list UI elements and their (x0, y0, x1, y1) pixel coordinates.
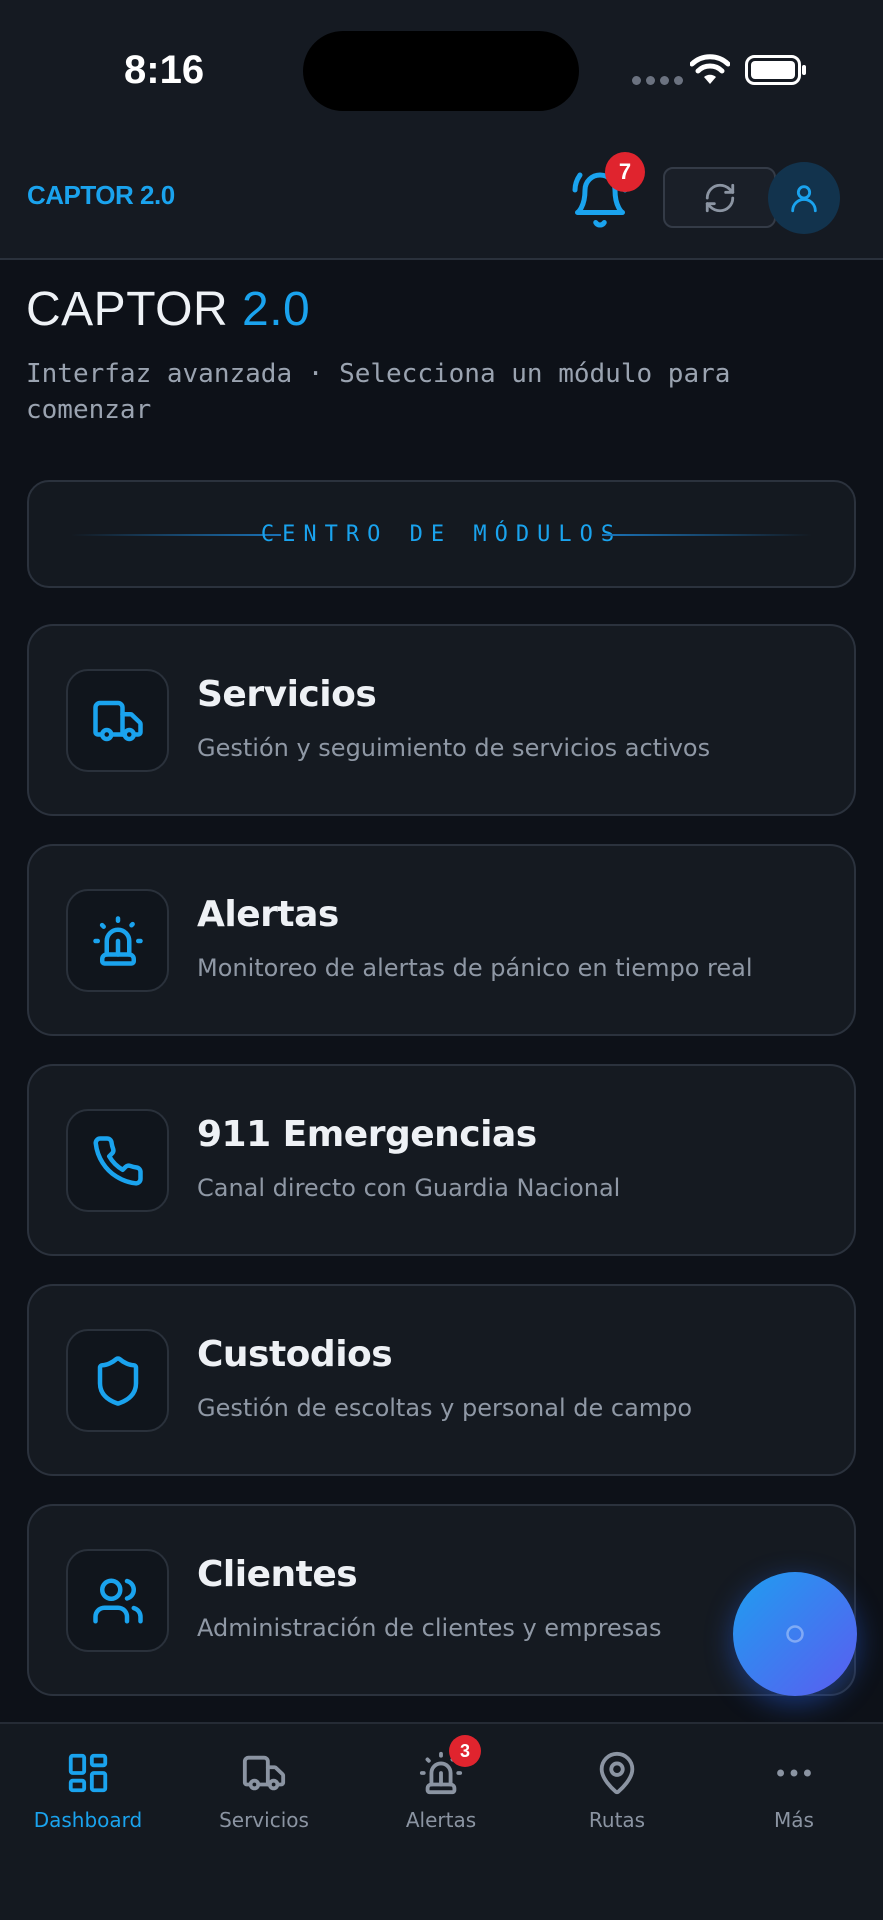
nav-item-alertas[interactable]: Alertas (361, 1748, 521, 1832)
shield-icon (97, 1355, 138, 1406)
module-title: Clientes (197, 1554, 358, 1595)
page-title: CAPTOR 2.0 (26, 282, 310, 337)
profile-button[interactable] (768, 162, 840, 234)
bottom-navigation: Dashboard Servicios Alertas Rutas Más (0, 1722, 883, 1920)
floating-action-button[interactable] (733, 1572, 857, 1696)
brand-logo[interactable]: CAPTOR 2.0 (27, 180, 175, 211)
nav-label: Rutas (588, 1808, 646, 1832)
status-bar: 8:16 (0, 0, 883, 140)
module-title: Alertas (197, 894, 339, 935)
refresh-button[interactable] (663, 167, 776, 228)
refresh-icon (705, 183, 734, 212)
notification-badge: 7 (605, 152, 645, 192)
module-card-servicios[interactable]: Servicios Gestión y seguimiento de servi… (27, 624, 856, 816)
module-description: Gestión de escoltas y personal de campo (197, 1394, 693, 1422)
nav-item-dashboard[interactable]: Dashboard (8, 1748, 168, 1832)
map-pin-icon (599, 1752, 635, 1795)
siren-icon (92, 915, 143, 966)
module-card-alertas[interactable]: Alertas Monitoreo de alertas de pánico e… (27, 844, 856, 1036)
page-title-main: CAPTOR (26, 283, 229, 336)
page-subtitle: Interfaz avanzada · Selecciona un módulo… (26, 359, 731, 425)
module-icon-box (66, 669, 169, 772)
module-description: Gestión y seguimiento de servicios activ… (197, 734, 711, 762)
module-center-banner: CENTRO DE MÓDULOS (27, 480, 856, 588)
nav-item-servicios[interactable]: Servicios (184, 1748, 344, 1832)
phone-icon (93, 1135, 143, 1186)
page-title-version: 2.0 (242, 283, 311, 336)
nav-label: Más (774, 1808, 814, 1832)
module-icon-box (66, 889, 169, 992)
divider-line (602, 534, 812, 536)
module-card-911[interactable]: 911 Emergencias Canal directo con Guardi… (27, 1064, 856, 1256)
module-icon-box (66, 1549, 169, 1652)
module-description: Administración de clientes y empresas (197, 1614, 662, 1642)
nav-label: Dashboard (33, 1808, 143, 1832)
nav-label: Servicios (219, 1808, 309, 1832)
battery-icon (745, 55, 806, 85)
clock: 8:16 (124, 48, 205, 92)
module-card-clientes[interactable]: Clientes Administración de clientes y em… (27, 1504, 856, 1696)
nav-label: Alertas (405, 1808, 477, 1832)
signal-icon (632, 76, 683, 85)
nav-item-mas[interactable]: Más (714, 1748, 874, 1832)
app-header: CAPTOR 2.0 (0, 140, 883, 260)
dynamic-island (303, 31, 579, 111)
module-title: 911 Emergencias (197, 1114, 537, 1155)
sparkle-icon (786, 1625, 804, 1643)
more-icon (777, 1769, 811, 1777)
alerts-badge: 3 (449, 1735, 481, 1767)
module-title: Custodios (197, 1334, 393, 1375)
nav-item-rutas[interactable]: Rutas (537, 1748, 697, 1832)
truck-icon (242, 1755, 286, 1791)
dashboard-icon (68, 1753, 108, 1793)
wifi-icon (690, 54, 730, 84)
users-icon (92, 1578, 143, 1623)
truck-icon (92, 700, 143, 741)
module-description: Monitoreo de alertas de pánico en tiempo… (197, 954, 753, 982)
module-card-custodios[interactable]: Custodios Gestión de escoltas y personal… (27, 1284, 856, 1476)
module-icon-box (66, 1109, 169, 1212)
module-icon-box (66, 1329, 169, 1432)
module-description: Canal directo con Guardia Nacional (197, 1174, 621, 1202)
user-icon (791, 185, 817, 213)
module-title: Servicios (197, 674, 377, 715)
